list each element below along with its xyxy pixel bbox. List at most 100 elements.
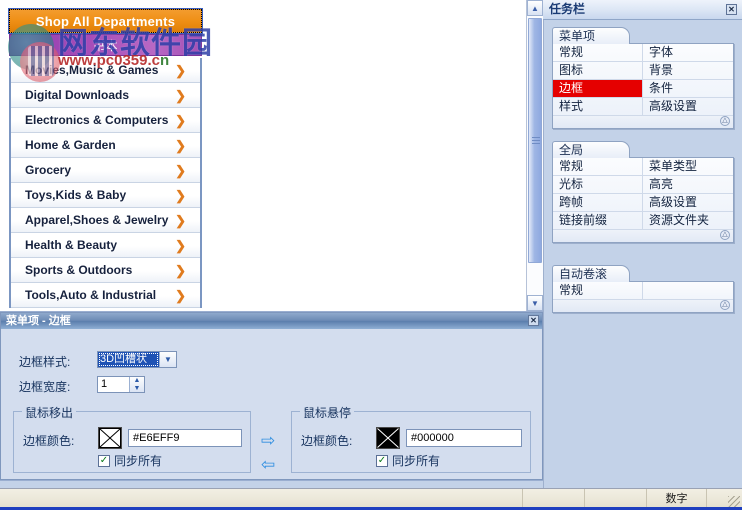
border-style-selected-value: 3D凹槽状 bbox=[98, 352, 159, 367]
menu-list-item[interactable]: Toys,Kids & Baby ❯ bbox=[11, 183, 200, 208]
task-panel-titlebar: 任务栏 ✕ bbox=[543, 0, 742, 20]
menu-list-item[interactable]: Health & Beauty ❯ bbox=[11, 233, 200, 258]
mouse-out-legend: 鼠标移出 bbox=[22, 404, 77, 421]
collapse-icon[interactable]: △ bbox=[720, 230, 730, 240]
task-group-footer: △ bbox=[553, 230, 733, 242]
task-cell[interactable]: 高亮 bbox=[643, 176, 733, 193]
chevron-down-icon[interactable]: ▼ bbox=[159, 352, 176, 367]
collapse-icon[interactable]: △ bbox=[720, 300, 730, 310]
scroll-down-button[interactable]: ▼ bbox=[527, 295, 543, 311]
task-cell[interactable]: 图标 bbox=[553, 62, 643, 79]
collapse-icon[interactable]: △ bbox=[720, 116, 730, 126]
menu-list-item[interactable]: Home & Garden ❯ bbox=[11, 133, 200, 158]
menu-widget-preview[interactable]: Shop All Departments 书本 Movies,Music & G… bbox=[8, 8, 203, 308]
menu-top-item[interactable]: Shop All Departments bbox=[8, 8, 203, 34]
menu-list-item[interactable]: Electronics & Computers ❯ bbox=[11, 108, 200, 133]
task-cell[interactable]: 常规 bbox=[553, 158, 643, 175]
task-cell[interactable]: 常规 bbox=[553, 282, 643, 299]
task-cell[interactable]: 跨帧 bbox=[553, 194, 643, 211]
task-group-tab[interactable]: 菜单项 bbox=[552, 27, 630, 44]
border-width-value[interactable]: 1 bbox=[98, 377, 129, 392]
task-cell[interactable]: 背景 bbox=[643, 62, 733, 79]
black-color-x-icon bbox=[377, 428, 399, 448]
task-group-global: 全局 常规 菜单类型 光标 高亮 跨帧 高级设置 链接前缀 资源文件夹 △ bbox=[552, 141, 734, 243]
task-row: 跨帧 高级设置 bbox=[553, 194, 733, 212]
stepper-up-icon[interactable]: ▲ bbox=[130, 377, 144, 385]
scroll-track[interactable] bbox=[527, 16, 543, 295]
copy-to-left-button[interactable]: ⇦ bbox=[261, 456, 275, 473]
menu-list-item[interactable]: Tools,Auto & Industrial ❯ bbox=[11, 283, 200, 308]
task-group-table: 常规 字体 图标 背景 边框 条件 样式 高级设置 △ bbox=[552, 43, 734, 129]
menu-list-item[interactable]: Movies,Music & Games ❯ bbox=[11, 58, 200, 83]
task-cell[interactable]: 菜单类型 bbox=[643, 158, 733, 175]
task-row: 图标 背景 bbox=[553, 62, 733, 80]
copy-to-right-button[interactable]: ⇨ bbox=[261, 432, 275, 449]
task-cell-selected[interactable]: 边框 bbox=[553, 80, 643, 97]
menu-list-item-label: Toys,Kids & Baby bbox=[25, 188, 127, 202]
task-cell[interactable]: 链接前缀 bbox=[553, 212, 643, 229]
menu-list-item-label: Tools,Auto & Industrial bbox=[25, 288, 157, 302]
task-cell[interactable]: 高级设置 bbox=[643, 194, 733, 211]
border-style-dropdown[interactable]: 3D凹槽状 ▼ bbox=[97, 351, 177, 368]
task-row: 常规 菜单类型 bbox=[553, 158, 733, 176]
mouse-over-color-label: 边框颜色: bbox=[301, 434, 353, 448]
menu-list-item[interactable]: Sports & Outdoors ❯ bbox=[11, 258, 200, 283]
task-cell[interactable]: 光标 bbox=[553, 176, 643, 193]
menu-list-item[interactable]: Digital Downloads ❯ bbox=[11, 83, 200, 108]
chevron-right-icon: ❯ bbox=[175, 163, 186, 178]
checkbox-check-icon: ✓ bbox=[98, 454, 110, 467]
task-group-table: 常规 菜单类型 光标 高亮 跨帧 高级设置 链接前缀 资源文件夹 △ bbox=[552, 157, 734, 243]
task-panel-body: 菜单项 常规 字体 图标 背景 边框 条件 样式 高级设置 △ 全局 常规 菜单… bbox=[543, 20, 742, 490]
task-group-tab[interactable]: 全局 bbox=[552, 141, 630, 158]
menu-list-item-label: Movies,Music & Games bbox=[25, 63, 159, 77]
close-icon[interactable]: ✕ bbox=[528, 315, 539, 326]
border-width-stepper[interactable]: 1 ▲ ▼ bbox=[97, 376, 145, 393]
menu-sub-item[interactable]: 书本 bbox=[9, 34, 202, 56]
chevron-right-icon: ❯ bbox=[175, 63, 186, 78]
task-panel-title: 任务栏 bbox=[549, 2, 586, 16]
mouse-out-color-swatch[interactable] bbox=[98, 427, 122, 449]
task-cell[interactable]: 样式 bbox=[553, 98, 643, 115]
close-icon[interactable]: ✕ bbox=[726, 4, 737, 15]
stepper-buttons[interactable]: ▲ ▼ bbox=[129, 377, 144, 392]
task-row: 边框 条件 bbox=[553, 80, 733, 98]
preview-canvas[interactable]: Shop All Departments 书本 Movies,Music & G… bbox=[0, 0, 544, 312]
task-cell[interactable]: 条件 bbox=[643, 80, 733, 97]
property-dialog: 菜单项 - 边框 ✕ 边框样式: 3D凹槽状 ▼ 边框宽度: 1 ▲ ▼ 鼠标移… bbox=[0, 312, 543, 480]
menu-list-item[interactable]: Grocery ❯ bbox=[11, 158, 200, 183]
menu-list-item-label: Grocery bbox=[25, 163, 72, 177]
application-window: Shop All Departments 书本 Movies,Music & G… bbox=[0, 0, 742, 510]
canvas-vertical-scrollbar[interactable]: ▲ ▼ bbox=[526, 0, 543, 311]
task-group-tab[interactable]: 自动卷滚 bbox=[552, 265, 630, 282]
mouse-over-color-swatch[interactable] bbox=[376, 427, 400, 449]
mouse-out-sync-checkbox[interactable]: ✓ 同步所有 bbox=[98, 452, 162, 469]
border-style-label: 边框样式: bbox=[19, 355, 71, 369]
task-cell-empty[interactable] bbox=[643, 282, 733, 299]
task-cell[interactable]: 高级设置 bbox=[643, 98, 733, 115]
property-dialog-titlebar: 菜单项 - 边框 ✕ bbox=[1, 313, 542, 329]
no-color-x-icon bbox=[99, 428, 121, 448]
mouse-out-group: 鼠标移出 边框颜色: #E6EFF9 ✓ 同步所有 bbox=[13, 404, 251, 473]
scroll-thumb[interactable] bbox=[528, 18, 542, 263]
task-panel: 任务栏 ✕ 菜单项 常规 字体 图标 背景 边框 条件 样式 高级设置 △ 全局… bbox=[543, 0, 742, 490]
menu-list-item-label: Electronics & Computers bbox=[25, 113, 169, 127]
chevron-right-icon: ❯ bbox=[175, 138, 186, 153]
scroll-up-button[interactable]: ▲ bbox=[527, 0, 543, 16]
mouse-out-sync-label: 同步所有 bbox=[114, 454, 163, 468]
chevron-right-icon: ❯ bbox=[175, 263, 186, 278]
task-row: 链接前缀 资源文件夹 bbox=[553, 212, 733, 230]
scroll-thumb-grip bbox=[532, 137, 540, 144]
mouse-out-color-input[interactable]: #E6EFF9 bbox=[128, 429, 242, 447]
task-cell[interactable]: 字体 bbox=[643, 44, 733, 61]
mouse-over-sync-checkbox[interactable]: ✓ 同步所有 bbox=[376, 452, 440, 469]
task-cell[interactable]: 常规 bbox=[553, 44, 643, 61]
task-row: 常规 bbox=[553, 282, 733, 300]
task-row: 光标 高亮 bbox=[553, 176, 733, 194]
mouse-over-color-input[interactable]: #000000 bbox=[406, 429, 522, 447]
task-group-footer: △ bbox=[553, 116, 733, 128]
property-dialog-title: 菜单项 - 边框 bbox=[6, 315, 71, 327]
menu-list-item[interactable]: Apparel,Shoes & Jewelry ❯ bbox=[11, 208, 200, 233]
stepper-down-icon[interactable]: ▼ bbox=[130, 385, 144, 393]
task-group-table: 常规 △ bbox=[552, 281, 734, 313]
task-cell[interactable]: 资源文件夹 bbox=[643, 212, 733, 229]
